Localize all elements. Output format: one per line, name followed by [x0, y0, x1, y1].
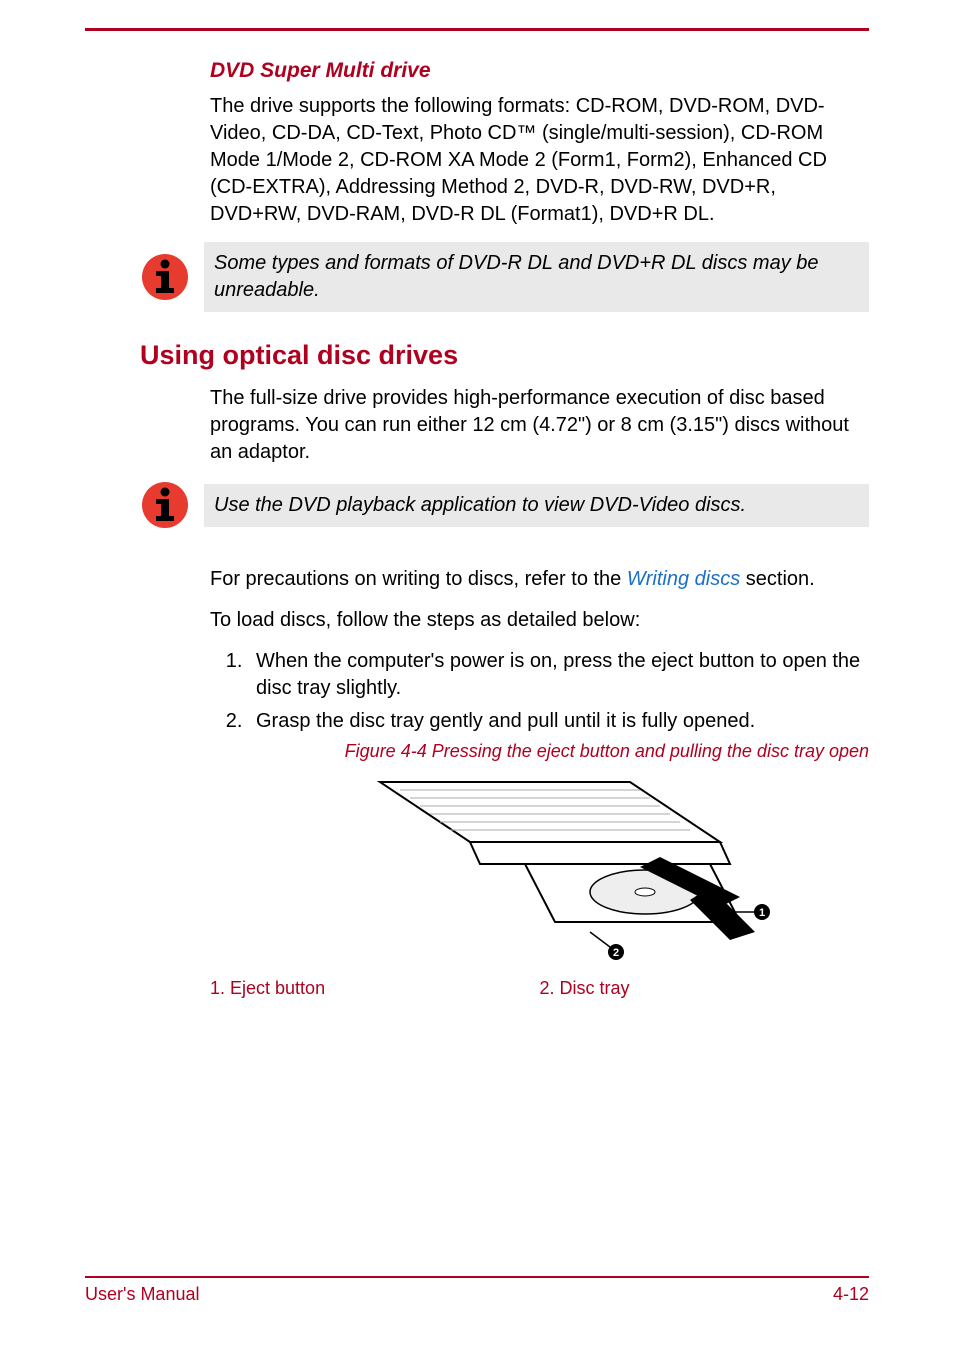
- page-footer: User's Manual 4-12: [85, 1276, 869, 1305]
- steps-list: When the computer's power is on, press t…: [238, 648, 869, 735]
- callout-2: 2: [612, 947, 618, 959]
- figure-caption: Figure 4-4 Pressing the eject button and…: [210, 741, 869, 762]
- legend-disc-tray: 2. Disc tray: [540, 978, 870, 999]
- text-prefix: For precautions on writing to discs, ref…: [210, 568, 627, 590]
- footer-title: User's Manual: [85, 1284, 199, 1305]
- link-writing-discs[interactable]: Writing discs: [627, 568, 740, 590]
- paragraph-precautions: For precautions on writing to discs, ref…: [210, 566, 869, 593]
- paragraph-load-steps-intro: To load discs, follow the steps as detai…: [210, 607, 869, 634]
- paragraph-drive-performance: The full-size drive provides high-perfor…: [210, 385, 869, 466]
- note-text: Some types and formats of DVD-R DL and D…: [204, 242, 869, 312]
- note-dvd-playback: Use the DVD playback application to view…: [85, 480, 869, 530]
- header-rule: [85, 28, 869, 31]
- info-icon: [140, 252, 190, 302]
- step-2: Grasp the disc tray gently and pull unti…: [248, 708, 869, 735]
- footer-page-number: 4-12: [833, 1284, 869, 1305]
- footer-rule: [85, 1276, 869, 1278]
- note-text: Use the DVD playback application to view…: [204, 484, 869, 527]
- text-suffix: section.: [740, 568, 814, 590]
- figure-laptop-disc-tray: 1 2: [210, 772, 869, 972]
- paragraph-formats: The drive supports the following formats…: [210, 93, 869, 228]
- legend-eject-button: 1. Eject button: [210, 978, 540, 999]
- info-icon: [140, 480, 190, 530]
- figure-legend: 1. Eject button 2. Disc tray: [210, 978, 869, 999]
- section-heading-using-drives: Using optical disc drives: [140, 340, 869, 371]
- note-unreadable-discs: Some types and formats of DVD-R DL and D…: [85, 242, 869, 312]
- callout-1: 1: [758, 907, 764, 919]
- step-1: When the computer's power is on, press t…: [248, 648, 869, 702]
- subheading-dvd-super-multi: DVD Super Multi drive: [210, 59, 869, 83]
